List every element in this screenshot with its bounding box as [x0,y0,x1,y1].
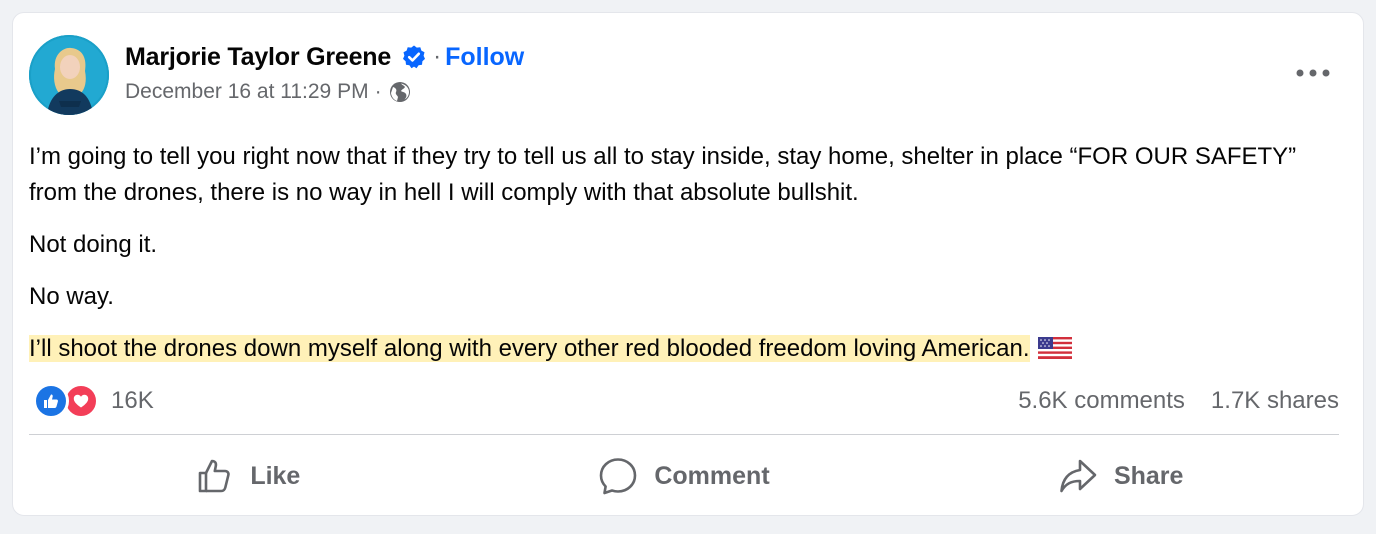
reaction-count: 16K [111,387,154,414]
engagement-stats: 5.6K comments 1.7K shares [1018,383,1339,419]
meta-separator-dot: · [374,80,382,103]
more-options-button[interactable] [1293,57,1333,89]
like-reaction-icon [33,383,69,419]
post-paragraph: Not doing it. [29,231,158,258]
author-row: Marjorie Taylor Greene · Follow [125,41,524,73]
highlighted-text: I’ll shoot the drones down myself along … [29,335,1030,362]
share-label: Share [1113,461,1184,490]
post-paragraph: I’m going to tell you right now that if … [29,143,1297,206]
post-timestamp[interactable]: December 16 at 11:29 PM [125,80,369,104]
comment-button[interactable]: Comment [466,445,903,507]
us-flag-icon [1037,334,1072,359]
like-label: Like [250,461,301,490]
post-card: Marjorie Taylor Greene · Follow December… [12,12,1364,516]
comment-bubble-icon [600,458,637,495]
verified-badge-icon [401,44,427,70]
more-options-icon [1296,69,1330,77]
avatar[interactable] [29,35,109,115]
share-arrow-icon [1060,459,1097,493]
like-button[interactable]: Like [29,445,466,507]
highlighted-paragraph: I’ll shoot the drones down myself along … [29,331,1339,367]
comments-count-link[interactable]: 5.6K comments [1018,387,1185,415]
post-paragraph: No way. [29,283,114,310]
separator-dot: · [433,43,442,70]
divider [29,434,1339,435]
reactions-summary[interactable]: 16K [33,383,154,419]
action-bar: Like Comment Share [29,445,1339,507]
author-name[interactable]: Marjorie Taylor Greene [125,43,391,72]
shares-count-link[interactable]: 1.7K shares [1211,387,1339,415]
thumbs-up-icon [199,459,231,493]
share-button[interactable]: Share [902,445,1339,507]
comment-label: Comment [654,461,770,490]
globe-icon[interactable] [388,80,412,104]
post-body: I’m going to tell you right now that if … [29,139,1339,383]
follow-button[interactable]: Follow [445,43,524,72]
post-meta: December 16 at 11:29 PM · [125,77,412,107]
